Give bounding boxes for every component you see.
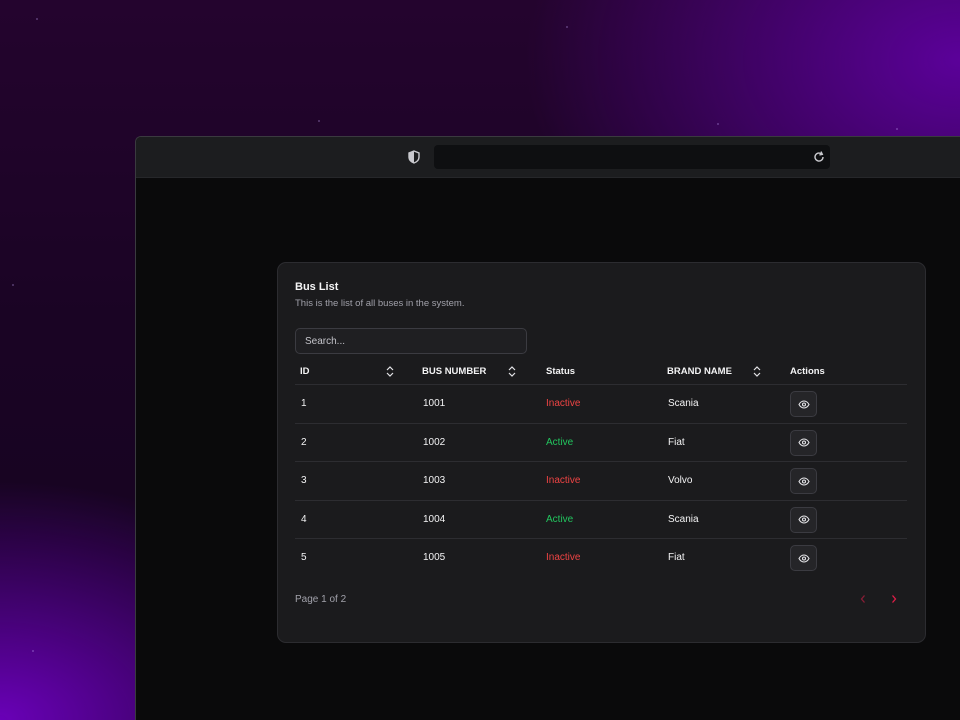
cell-brand-name: Scania (668, 398, 699, 409)
cell-bus-number: 1001 (423, 398, 446, 409)
search-input[interactable] (295, 328, 527, 354)
background-star (12, 284, 14, 286)
cell-id: 1 (301, 398, 307, 409)
page-indicator: Page 1 of 2 (295, 594, 347, 605)
table-row: 4 1004 Active Scania (295, 501, 907, 539)
sort-icon[interactable] (385, 366, 395, 377)
cell-id: 4 (301, 513, 307, 525)
cell-bus-number: 1003 (423, 475, 446, 486)
view-button[interactable] (790, 391, 817, 417)
column-header-bus-number[interactable]: BUS NUMBER (422, 359, 486, 385)
sort-icon[interactable] (752, 366, 762, 377)
background-star (717, 123, 719, 125)
cell-id: 2 (301, 436, 307, 448)
bus-table: ID BUS NUMBER Status BRAND NAME Actions … (295, 359, 907, 578)
cell-id: 5 (301, 552, 307, 563)
chevron-left-icon (860, 595, 865, 603)
previous-page-button[interactable] (856, 592, 870, 606)
shield-icon[interactable] (408, 150, 420, 164)
cell-brand-name: Fiat (668, 552, 685, 563)
column-header-status: Status (546, 366, 576, 377)
cell-status: Active (546, 513, 574, 525)
table-row: 2 1002 Active Fiat (295, 424, 907, 462)
cell-status: Inactive (546, 552, 581, 563)
cell-bus-number: 1002 (423, 436, 446, 448)
cell-status: Active (546, 436, 574, 448)
next-page-button[interactable] (887, 592, 901, 606)
cell-brand-name: Scania (668, 513, 699, 525)
column-header-actions: Actions (790, 366, 825, 377)
cell-bus-number: 1004 (423, 513, 446, 525)
card-title: Bus List (295, 281, 339, 293)
eye-icon (797, 476, 810, 486)
sort-icon[interactable] (507, 366, 517, 377)
chevron-right-icon (892, 595, 897, 603)
card-subtitle: This is the list of all buses in the sys… (295, 298, 465, 309)
bus-list-card: Bus List This is the list of all buses i… (277, 262, 926, 643)
view-button[interactable] (790, 468, 817, 494)
background-star (318, 120, 320, 122)
eye-icon (797, 438, 810, 447)
view-button[interactable] (790, 429, 817, 456)
reload-icon[interactable] (812, 150, 826, 164)
table-row: 1 1001 Inactive Scania (295, 385, 907, 424)
cell-id: 3 (301, 475, 307, 486)
background-star (36, 18, 38, 20)
eye-icon (797, 515, 810, 524)
eye-icon (797, 399, 810, 409)
view-button[interactable] (790, 506, 817, 533)
cell-brand-name: Volvo (668, 475, 693, 486)
cell-status: Inactive (546, 475, 581, 486)
background-star (896, 128, 898, 130)
browser-toolbar (136, 137, 960, 178)
table-header: ID BUS NUMBER Status BRAND NAME Actions (295, 359, 907, 385)
background-star (566, 26, 568, 28)
eye-icon (797, 553, 810, 563)
background-star (32, 650, 34, 652)
cell-brand-name: Fiat (668, 436, 685, 448)
cell-status: Inactive (546, 398, 581, 409)
table-row: 3 1003 Inactive Volvo (295, 462, 907, 501)
table-row: 5 1005 Inactive Fiat (295, 539, 907, 578)
browser-window: Bus List This is the list of all buses i… (135, 136, 960, 720)
cell-bus-number: 1005 (423, 552, 446, 563)
address-bar[interactable] (434, 145, 830, 169)
view-button[interactable] (790, 545, 817, 571)
column-header-brand-name[interactable]: BRAND NAME (667, 359, 732, 385)
column-header-id[interactable]: ID (300, 359, 310, 385)
